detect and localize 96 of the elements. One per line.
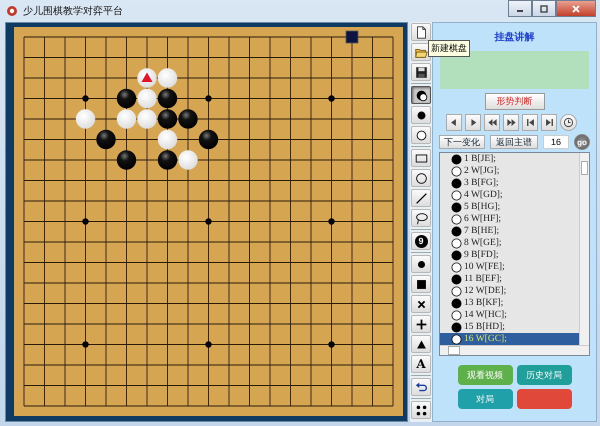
text-tool-button[interactable]: A <box>411 355 431 373</box>
move-list-item[interactable]: 13 B[KF]; <box>451 297 579 309</box>
fast-forward-icon <box>506 117 516 128</box>
tool-button[interactable] <box>411 106 431 124</box>
close-button[interactable] <box>556 0 596 17</box>
move-list-item[interactable]: 6 W[HF]; <box>451 213 579 225</box>
tool-button[interactable] <box>411 378 431 396</box>
main-line-button[interactable]: 返回主谱 <box>490 135 538 149</box>
variation-button[interactable]: 下一变化 <box>439 135 485 149</box>
tool-button[interactable] <box>411 189 431 207</box>
circle-outline-icon <box>451 334 462 344</box>
stones-icon <box>414 88 428 102</box>
plus-icon <box>414 316 428 332</box>
maximize-button[interactable] <box>532 0 556 17</box>
circle-outline-icon <box>451 238 462 248</box>
skip-back-icon <box>524 117 536 128</box>
judge-button[interactable]: 形势判断 <box>484 93 544 110</box>
tool-button[interactable] <box>411 275 431 293</box>
window-title: 少儿围棋教学对弈平台 <box>23 4 123 18</box>
tool-button[interactable] <box>411 126 431 144</box>
vertical-scrollbar[interactable] <box>579 153 589 345</box>
star-point <box>328 218 335 225</box>
move-list-item[interactable]: 10 W[FE]; <box>451 261 579 273</box>
move-list-item[interactable]: 9 B[FD]; <box>451 249 579 261</box>
maximize-icon <box>539 4 549 12</box>
move-list-item[interactable]: 5 B[HG]; <box>451 201 579 213</box>
circle-icon <box>414 170 428 186</box>
horizontal-scrollbar[interactable] <box>440 345 589 355</box>
dots-grid-icon <box>414 402 428 418</box>
filled-circle-icon <box>451 154 462 164</box>
navigation-button[interactable] <box>465 114 481 131</box>
star-point <box>82 95 89 102</box>
tool-button[interactable] <box>411 169 431 187</box>
filled-circle-icon <box>451 226 462 236</box>
tool-button[interactable] <box>411 401 431 419</box>
circle-outline-icon <box>451 286 462 296</box>
circle-outline-icon <box>451 190 462 200</box>
app-icon <box>6 5 18 17</box>
navigation-button[interactable] <box>522 114 538 131</box>
move-list-item[interactable]: 4 W[GD]; <box>451 189 579 201</box>
star-point <box>328 95 335 102</box>
move-list-item[interactable]: 16 W[GC]; <box>440 333 579 345</box>
rewind-icon <box>486 117 498 128</box>
timer-button[interactable] <box>560 114 577 131</box>
move-list-item[interactable]: 8 W[GE]; <box>451 237 579 249</box>
close-icon <box>571 4 581 12</box>
clock-icon <box>563 117 574 128</box>
lasso-icon <box>414 210 428 226</box>
move-list-item[interactable]: 3 B[FG]; <box>451 177 579 189</box>
filled-circle-icon <box>451 274 462 284</box>
tool-button[interactable] <box>411 255 431 273</box>
move-list-item[interactable]: 11 B[EF]; <box>451 273 579 285</box>
circle-outline-icon <box>451 166 462 176</box>
move-list-item[interactable]: 12 W[DE]; <box>451 285 579 297</box>
star-point <box>205 341 212 348</box>
tool-button[interactable] <box>411 315 431 333</box>
tool-button[interactable] <box>411 209 431 227</box>
filled-circle-icon <box>451 202 462 212</box>
number-tool-button[interactable]: 9 <box>411 232 431 250</box>
tool-button[interactable] <box>411 149 431 167</box>
tool-button[interactable] <box>411 86 431 104</box>
tool-button[interactable] <box>411 63 431 81</box>
go-button[interactable]: go <box>574 134 590 150</box>
star-point <box>82 218 89 225</box>
filled-circle-icon <box>451 322 462 332</box>
tool-button[interactable] <box>411 295 431 313</box>
panel-title: 挂盘讲解 <box>493 30 536 44</box>
circle-outline-icon <box>451 262 462 272</box>
square-mark <box>346 30 358 44</box>
line-icon <box>414 190 428 206</box>
undo-icon <box>414 380 428 394</box>
move-list-item[interactable]: 14 W[HC]; <box>451 309 579 321</box>
circle-outline-icon <box>451 214 462 224</box>
star-point <box>205 95 212 102</box>
circle-outline-icon <box>451 310 462 320</box>
circle-outline-icon <box>414 128 428 142</box>
move-list-item[interactable]: 2 W[JG]; <box>451 165 579 177</box>
star-point <box>205 218 212 225</box>
minimize-button[interactable] <box>508 0 532 17</box>
move-list-item[interactable]: 1 B[JE]; <box>451 153 579 165</box>
star-point <box>328 341 335 348</box>
tool-button[interactable] <box>411 23 431 41</box>
star-point <box>82 341 89 348</box>
filled-circle-icon <box>451 178 462 188</box>
filled-circle-icon <box>451 298 462 308</box>
navigation-button[interactable] <box>484 114 500 131</box>
navigation-button[interactable] <box>503 114 519 131</box>
move-list-item[interactable]: 15 B[HD]; <box>451 321 579 333</box>
move-number-field[interactable]: 16 <box>543 135 569 149</box>
skip-forward-icon <box>544 117 554 128</box>
navigation-button[interactable] <box>541 114 557 131</box>
navigation-button[interactable] <box>446 114 462 131</box>
filled-circle-icon <box>451 250 462 260</box>
move-list-item[interactable]: 7 B[HE]; <box>451 225 579 237</box>
tool-button[interactable] <box>411 335 431 353</box>
tooltip: 新建棋盘 <box>428 40 470 57</box>
